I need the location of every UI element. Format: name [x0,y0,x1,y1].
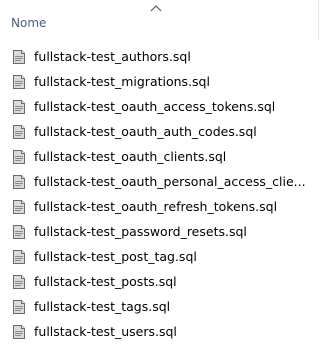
sql-file-icon [13,325,25,339]
file-row[interactable]: fullstack-test_password_resets.sql [0,220,324,245]
file-list-header: Nome [0,0,324,40]
file-row[interactable]: fullstack-test_oauth_auth_codes.sql [0,120,324,145]
sql-file-icon [13,175,25,189]
sql-file-icon [13,150,25,164]
file-name: fullstack-test_oauth_access_tokens.sql [34,99,276,114]
column-header-name[interactable]: Nome [0,0,318,40]
file-name: fullstack-test_password_resets.sql [34,224,247,239]
sql-file-icon [13,100,25,114]
chevron-up-icon [150,5,162,12]
file-row[interactable]: fullstack-test_authors.sql [0,45,324,70]
file-name: fullstack-test_oauth_auth_codes.sql [34,124,257,139]
sql-file-icon [13,200,25,214]
column-header-label: Nome [11,16,47,30]
sql-file-icon [13,300,25,314]
column-divider[interactable] [318,0,319,40]
file-name: fullstack-test_post_tag.sql [34,249,197,264]
file-row[interactable]: fullstack-test_posts.sql [0,270,324,295]
file-row[interactable]: fullstack-test_oauth_access_tokens.sql [0,95,324,120]
file-name: fullstack-test_tags.sql [34,299,171,314]
file-row[interactable]: fullstack-test_post_tag.sql [0,245,324,270]
file-row[interactable]: fullstack-test_users.sql [0,320,324,345]
sql-file-icon [13,250,25,264]
file-row[interactable]: fullstack-test_oauth_personal_access_cli… [0,170,324,195]
file-name: fullstack-test_migrations.sql [34,74,210,89]
file-name: fullstack-test_oauth_refresh_tokens.sql [34,199,278,214]
file-row[interactable]: fullstack-test_migrations.sql [0,70,324,95]
file-list: fullstack-test_authors.sql fullstack-tes… [0,45,324,345]
sql-file-icon [13,125,25,139]
file-name: fullstack-test_users.sql [34,324,177,339]
sql-file-icon [13,50,25,64]
file-row[interactable]: fullstack-test_oauth_refresh_tokens.sql [0,195,324,220]
file-row[interactable]: fullstack-test_tags.sql [0,295,324,320]
file-name: fullstack-test_posts.sql [34,274,177,289]
file-name: fullstack-test_authors.sql [34,49,191,64]
sql-file-icon [13,75,25,89]
sql-file-icon [13,225,25,239]
sql-file-icon [13,275,25,289]
file-name: fullstack-test_oauth_clients.sql [34,149,227,164]
file-name: fullstack-test_oauth_personal_access_cli… [34,174,306,189]
file-row[interactable]: fullstack-test_oauth_clients.sql [0,145,324,170]
